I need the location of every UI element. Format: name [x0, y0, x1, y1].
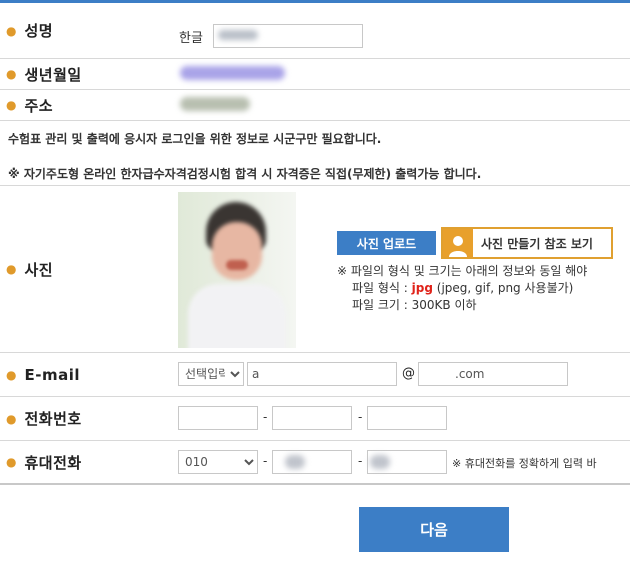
bullet-dot-icon: ●: [6, 367, 17, 382]
row-email: ●E-mail 선택입력 @: [0, 353, 630, 397]
label-mobile: ● 휴대전화: [6, 453, 82, 472]
mobile-note: ※ 휴대전화를 정확하게 입력 바: [452, 457, 597, 470]
label-name: ● 성명: [6, 22, 54, 40]
photo-info-size: 파일 크기 : 300KB 이하: [352, 298, 477, 312]
mobile-dash-1: -: [263, 454, 268, 468]
mobile-prefix-select[interactable]: 010: [178, 450, 258, 474]
row-mobile: ● 휴대전화 010 - - ※ 휴대전화를 정확하게 입력 바: [0, 441, 630, 485]
label-phone: ● 전화번호: [6, 410, 82, 428]
phone-part2-input[interactable]: [272, 406, 352, 430]
name-prefix: 한글: [179, 31, 203, 46]
bullet-dot-icon: ●: [6, 455, 17, 469]
row-phone: ● 전화번호 - -: [0, 397, 630, 441]
notice-login-info: 수험표 관리 및 출력에 응시자 로그인을 위한 정보로 시군구만 필요합니다.: [8, 132, 382, 146]
bullet-dot-icon: ●: [6, 23, 17, 38]
bullet-dot-icon: ●: [6, 262, 17, 276]
mobile-part2-redacted: [285, 455, 305, 469]
phone-dash-2: -: [358, 410, 363, 424]
address-redacted[interactable]: [180, 97, 250, 111]
label-birth: ● 생년월일: [6, 65, 82, 84]
photo-reference-button[interactable]: 사진 만들기 참조 보기: [441, 227, 613, 259]
email-local-input[interactable]: [247, 362, 397, 386]
email-domain-input[interactable]: [418, 362, 568, 386]
notice-certificate: ※ 자기주도형 온라인 한자급수자격검정시험 합격 시 자격증은 직접(무제한)…: [8, 167, 482, 181]
mobile-part2-input[interactable]: [272, 450, 352, 474]
row-name: ● 성명 한글: [0, 3, 630, 59]
label-address: ● 주소: [6, 96, 54, 115]
email-domain-select[interactable]: 선택입력: [178, 362, 244, 386]
phone-part1-input[interactable]: [178, 406, 258, 430]
email-at: @: [402, 366, 415, 381]
format-highlight: jpg: [411, 281, 433, 295]
person-icon: [443, 229, 473, 257]
label-photo: ● 사진: [6, 260, 54, 279]
label-email: ● E-mail: [6, 365, 80, 384]
mobile-dash-2: -: [358, 454, 363, 468]
phone-dash-1: -: [263, 410, 268, 424]
mobile-part3-redacted: [370, 455, 390, 469]
row-birth: ● 생년월일: [0, 59, 630, 90]
bullet-dot-icon: ●: [6, 411, 17, 426]
next-button[interactable]: 다음: [359, 507, 509, 552]
photo-info-notice: ※ 파일의 형식 및 크기는 아래의 정보와 동일 해야: [337, 264, 588, 278]
photo-info-format: 파일 형식 : jpg (jpeg, gif, png 사용불가): [352, 281, 574, 295]
photo-upload-button[interactable]: 사진 업로드: [337, 231, 436, 255]
bullet-dot-icon: ●: [6, 98, 17, 112]
photo-reference-label: 사진 만들기 참조 보기: [481, 236, 593, 251]
birth-redacted[interactable]: [180, 66, 285, 80]
photo-preview: [178, 192, 296, 348]
phone-part3-input[interactable]: [367, 406, 447, 430]
name-redacted: [218, 30, 258, 40]
bullet-dot-icon: ●: [6, 67, 17, 81]
row-address: ● 주소: [0, 90, 630, 121]
